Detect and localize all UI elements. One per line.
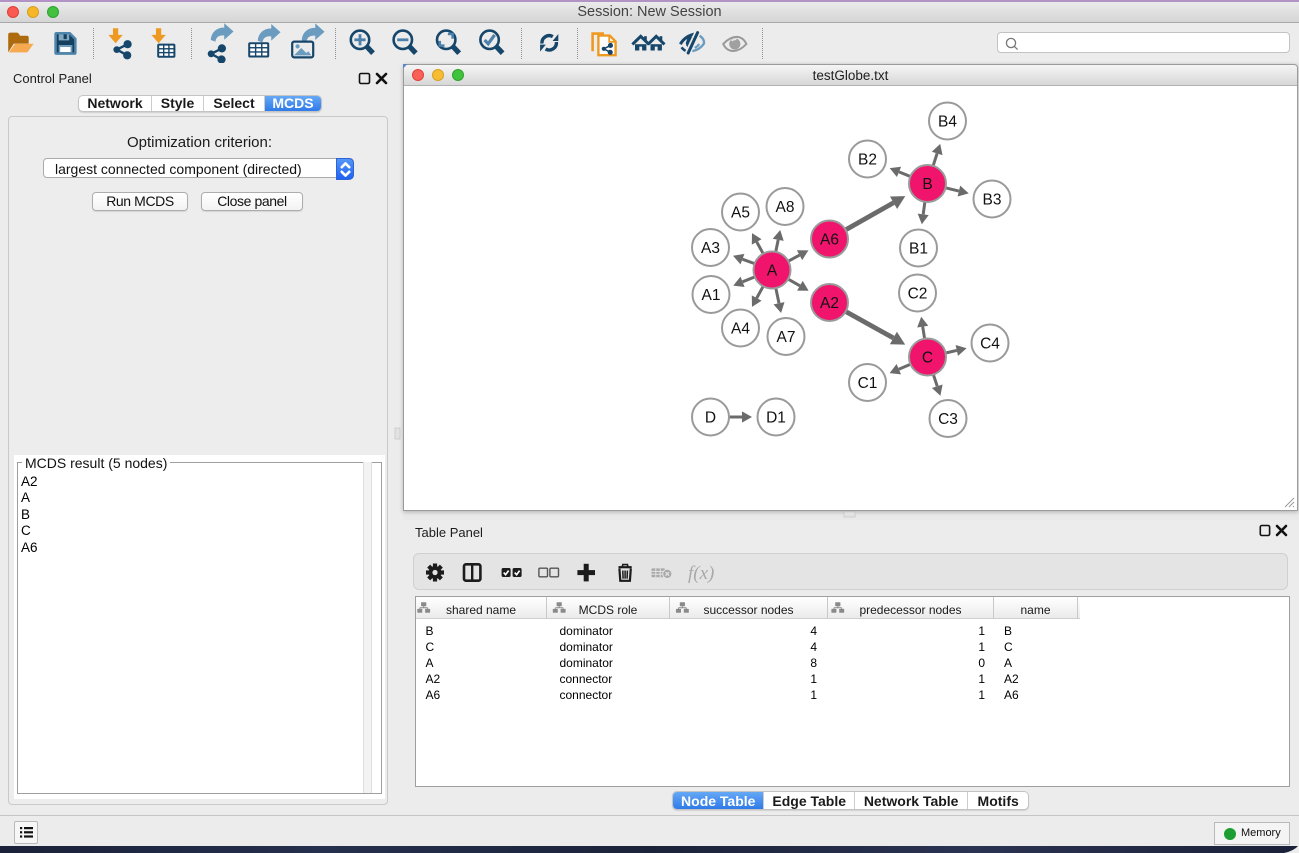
- svg-text:B2: B2: [858, 152, 877, 169]
- svg-text:C2: C2: [908, 286, 928, 303]
- svg-text:D1: D1: [766, 410, 786, 427]
- svg-text:B1: B1: [909, 241, 928, 258]
- svg-text:C1: C1: [858, 375, 878, 392]
- svg-text:B3: B3: [983, 192, 1002, 209]
- svg-text:A8: A8: [776, 199, 795, 216]
- svg-text:f(x): f(x): [688, 563, 714, 584]
- svg-text:C4: C4: [980, 336, 1000, 353]
- svg-text:A1: A1: [702, 287, 721, 304]
- svg-text:A5: A5: [731, 205, 750, 222]
- svg-text:A7: A7: [777, 329, 796, 346]
- svg-text:A3: A3: [701, 240, 720, 257]
- svg-text:B: B: [922, 176, 932, 193]
- svg-text:B4: B4: [938, 114, 957, 131]
- svg-text:D: D: [705, 410, 716, 427]
- svg-text:A6: A6: [820, 232, 839, 249]
- svg-text:C3: C3: [938, 411, 958, 428]
- svg-text:A4: A4: [731, 321, 750, 338]
- svg-text:A2: A2: [820, 295, 839, 312]
- svg-text:A: A: [767, 263, 778, 280]
- svg-text:C: C: [922, 350, 933, 367]
